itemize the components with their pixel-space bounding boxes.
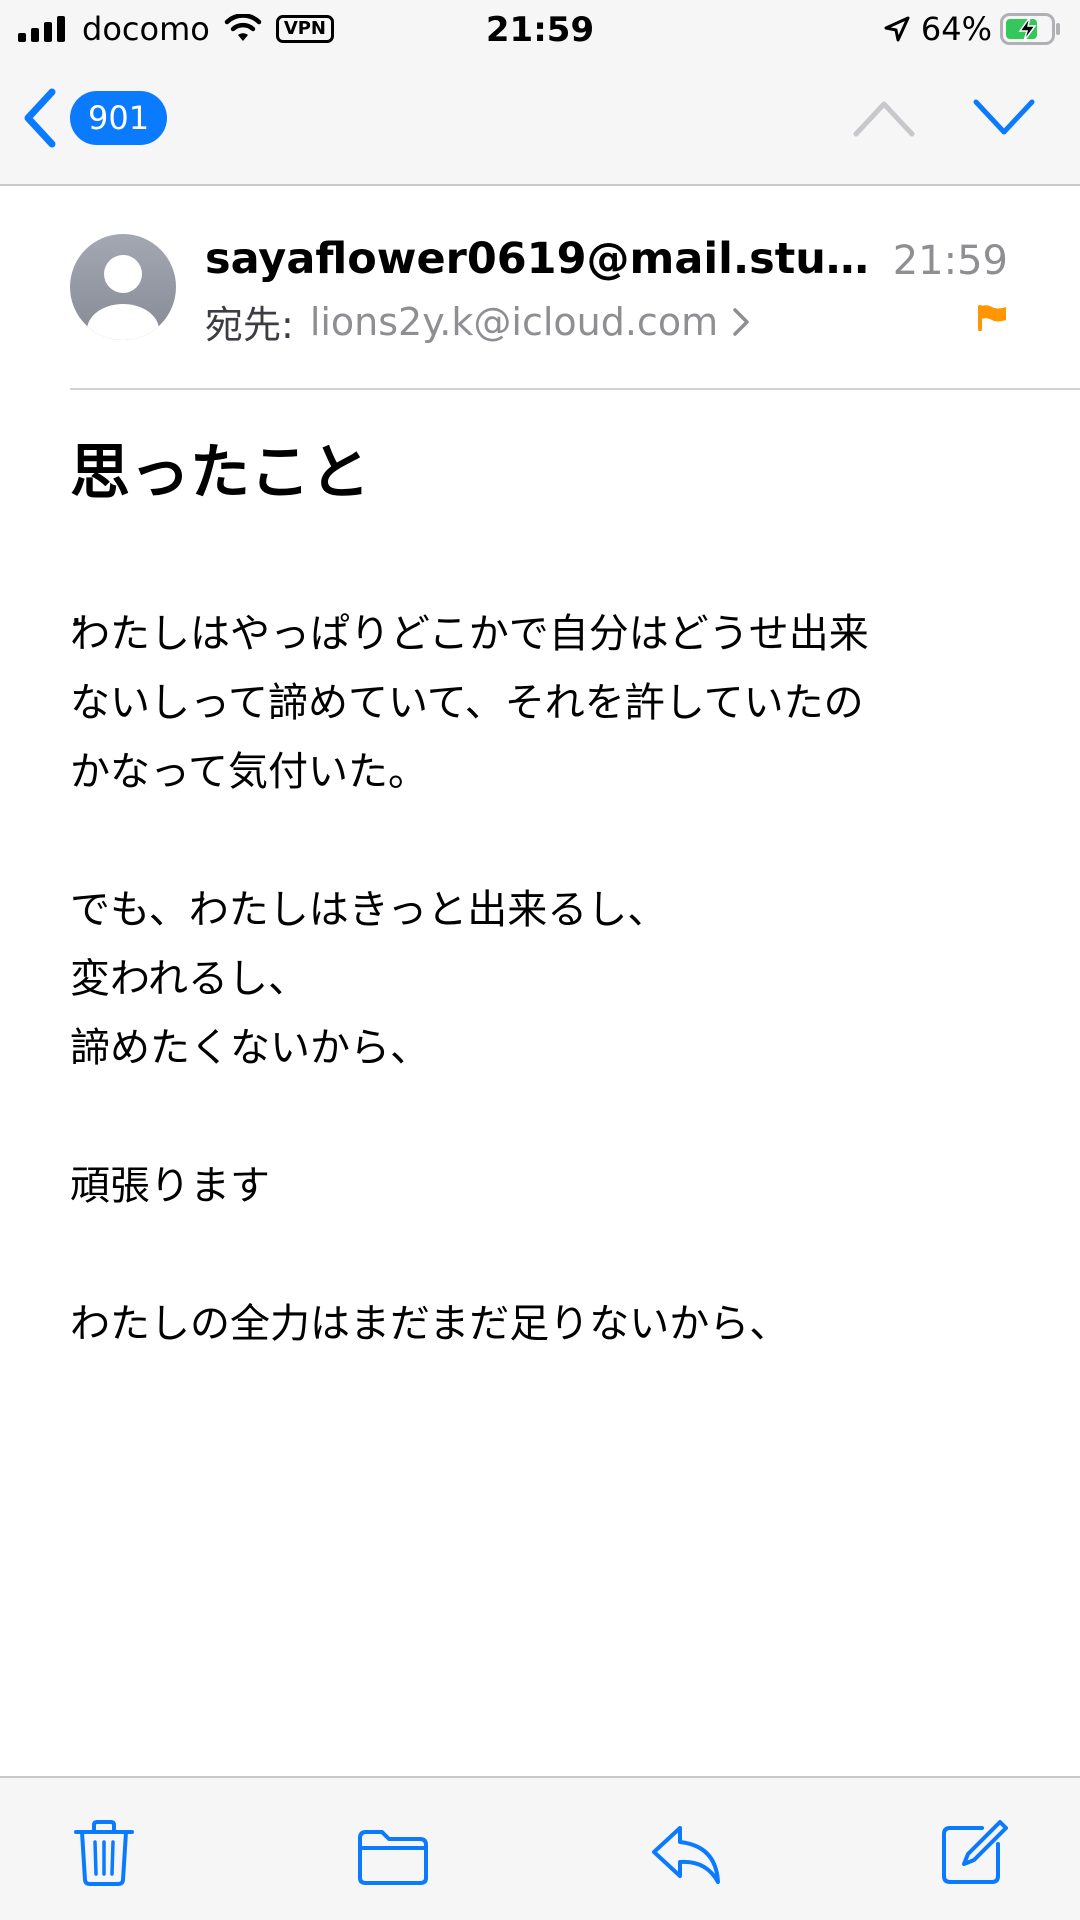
email-subject: 思ったこと <box>70 438 370 508</box>
recipient-row[interactable]: 宛先: lions2y.k@icloud.com <box>205 294 750 349</box>
body-blank-line <box>70 807 1020 876</box>
sender-address[interactable]: sayaflower0619@mail.stu4... <box>205 234 873 284</box>
body-blank-line <box>70 1221 1020 1290</box>
chevron-up-icon[interactable] <box>852 98 916 138</box>
body-line: わたしはやっぱりどこかで自分はどうせ出来 <box>70 611 869 657</box>
body-line: 頑張ります <box>70 1163 270 1209</box>
back-button[interactable]: 901 <box>20 88 168 148</box>
avatar <box>70 234 176 340</box>
body-line: でも、わたしはきっと出来るし、 <box>70 887 668 933</box>
chevron-left-icon <box>24 88 56 148</box>
battery-percent: 64% <box>920 10 992 48</box>
reply-icon[interactable] <box>650 1824 722 1886</box>
location-arrow-icon <box>884 16 910 42</box>
nav-bar: 901 <box>0 58 1080 186</box>
unread-count-badge: 901 <box>70 91 168 145</box>
body-line: 変われるし、 <box>70 956 308 1002</box>
chevron-right-icon <box>733 307 749 336</box>
trash-icon[interactable] <box>74 1820 134 1886</box>
status-bar: docomo VPN 21:59 64% <box>0 0 1080 58</box>
email-header: sayaflower0619@mail.stu4... 21:59 宛先: li… <box>0 186 1080 391</box>
body-line: ないしって諦めていて、それを許していたの <box>70 680 864 726</box>
body-line: わたしの全力はまだまだ足りないから、 <box>70 1301 790 1347</box>
email-time: 21:59 <box>892 238 1008 284</box>
body-line: かなって気付いた。 <box>70 749 428 795</box>
to-label: 宛先: <box>205 303 294 347</box>
body-blank-line <box>70 1083 1020 1152</box>
status-right: 64% <box>883 10 1062 48</box>
header-divider <box>70 388 1080 390</box>
compose-icon[interactable] <box>940 1818 1008 1886</box>
body-line: 諦めたくないから、 <box>70 1025 430 1071</box>
flag-icon <box>978 305 1006 331</box>
folder-icon[interactable] <box>356 1828 430 1886</box>
battery-charging-icon <box>1000 13 1060 45</box>
chevron-down-icon[interactable] <box>972 98 1036 138</box>
bottom-toolbar <box>0 1776 1080 1920</box>
recipient-address[interactable]: lions2y.k@icloud.com <box>310 300 718 344</box>
email-body: わたしはやっぱりどこかで自分はどうせ出来 ないしって諦めていて、それを許していた… <box>70 600 1020 1359</box>
